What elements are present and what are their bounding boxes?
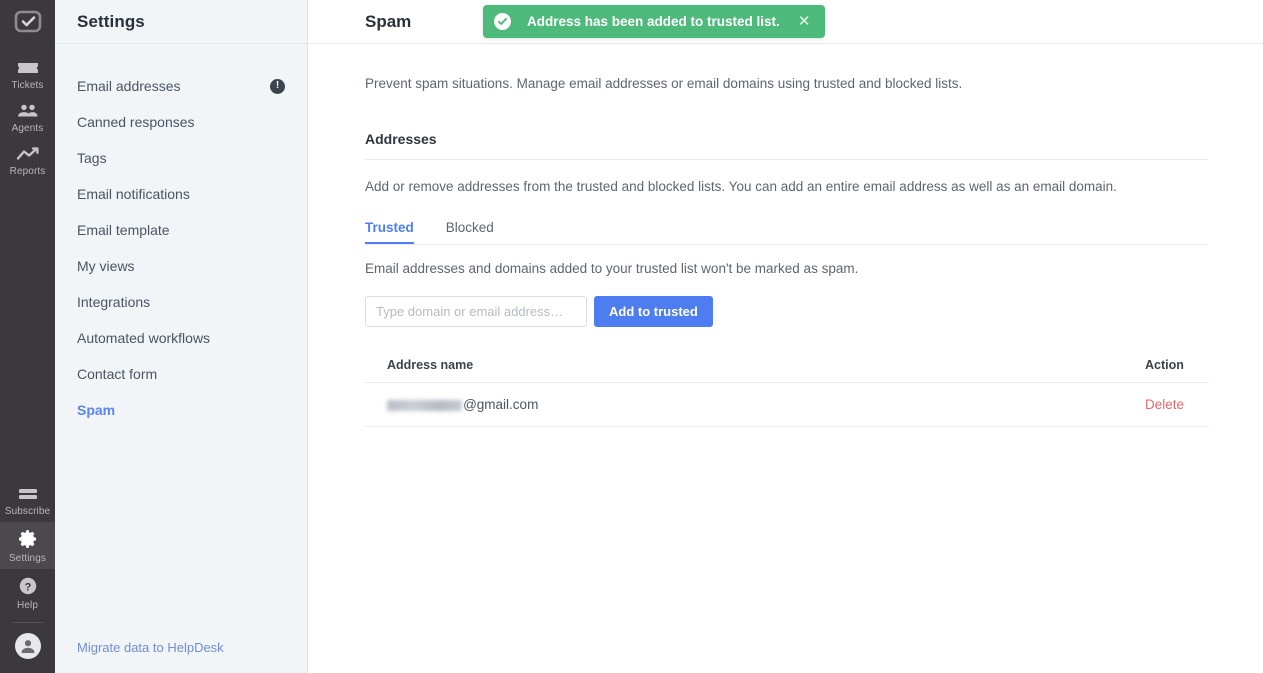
rail-divider: [12, 622, 43, 623]
sidebar-item-label: Spam: [77, 402, 116, 418]
gear-icon: [18, 529, 38, 549]
section-description: Add or remove addresses from the trusted…: [365, 179, 1117, 195]
sidebar-item-label: Integrations: [77, 294, 151, 310]
rail-label-agents: Agents: [11, 123, 44, 134]
cell-action: Delete: [1145, 397, 1209, 412]
rail-label-subscribe: Subscribe: [4, 506, 51, 517]
sidebar-item-integrations[interactable]: Integrations: [55, 284, 307, 320]
sidebar-item-label: Email addresses: [77, 78, 181, 94]
agents-icon: [16, 103, 40, 119]
rail-item-settings[interactable]: Settings: [0, 522, 55, 569]
help-icon: ?: [18, 576, 38, 596]
tab-blocked[interactable]: Blocked: [446, 220, 516, 244]
table-row: aaaaaaaaaa@gmail.com Delete: [365, 383, 1209, 427]
rail-label-help: Help: [17, 600, 38, 611]
toast-message: Address has been added to trusted list.: [527, 14, 780, 29]
main-content: Spam Prevent spam situations. Manage ema…: [308, 0, 1263, 673]
address-domain: @gmail.com: [463, 396, 539, 412]
sidebar-item-label: Tags: [77, 150, 107, 166]
check-circle-icon: [494, 13, 511, 30]
alert-badge-icon: !: [270, 78, 285, 94]
redacted-address-prefix: aaaaaaaaaa: [387, 399, 463, 411]
add-to-trusted-button[interactable]: Add to trusted: [594, 295, 713, 327]
tab-trusted[interactable]: Trusted: [365, 220, 436, 244]
tab-description: Email addresses and domains added to you…: [365, 260, 859, 276]
app-root: Tickets Agents Reports Subscribe Setting…: [0, 0, 1263, 673]
user-avatar-icon: [21, 640, 34, 653]
sidebar-item-label: Contact form: [77, 366, 158, 382]
settings-sidebar: Settings Email addresses ! Canned respon…: [55, 0, 308, 673]
sidebar-item-label: My views: [77, 258, 135, 274]
sidebar-item-automated-workflows[interactable]: Automated workflows: [55, 320, 307, 356]
add-address-row: Add to trusted: [365, 295, 1208, 327]
cell-address-name: aaaaaaaaaa@gmail.com: [387, 397, 1145, 412]
tabs-divider: [365, 243, 1208, 245]
settings-title: Settings: [77, 11, 145, 31]
column-header-address-name: Address name: [387, 357, 474, 372]
close-icon[interactable]: ✕: [795, 12, 814, 31]
sidebar-item-email-notifications[interactable]: Email notifications: [55, 176, 307, 212]
address-list-tabs: Trusted Blocked: [365, 220, 1208, 244]
sidebar-item-canned-responses[interactable]: Canned responses: [55, 104, 307, 140]
checkbox-logo-icon[interactable]: [13, 10, 43, 39]
settings-nav-list: Email addresses ! Canned responses Tags …: [55, 44, 307, 428]
rail-item-subscribe[interactable]: Subscribe: [0, 479, 55, 522]
avatar[interactable]: [14, 633, 41, 659]
delete-address-link[interactable]: Delete: [1145, 397, 1184, 412]
migrate-data-link[interactable]: Migrate data to HelpDesk: [77, 640, 224, 655]
settings-sidebar-header: Settings: [55, 0, 307, 44]
rail-label-settings: Settings: [9, 553, 46, 564]
toast-notification: Address has been added to trusted list. …: [483, 5, 826, 38]
sidebar-item-label: Email template: [77, 222, 170, 238]
address-input[interactable]: [365, 295, 587, 327]
sidebar-item-email-template[interactable]: Email template: [55, 212, 307, 248]
sidebar-item-my-views[interactable]: My views: [55, 248, 307, 284]
sidebar-item-label: Email notifications: [77, 186, 190, 202]
sidebar-item-label: Automated workflows: [77, 330, 211, 346]
rail-item-agents[interactable]: Agents: [0, 96, 55, 139]
trusted-addresses-table: Address name Action aaaaaaaaaa@gmail.com…: [365, 358, 1209, 427]
sidebar-item-contact-form[interactable]: Contact form: [55, 356, 307, 392]
svg-text:?: ?: [24, 581, 31, 593]
rail-label-tickets: Tickets: [11, 80, 44, 91]
ticket-icon: [16, 60, 40, 76]
rail-label-reports: Reports: [9, 166, 46, 177]
section-title-addresses: Addresses: [365, 131, 437, 148]
primary-nav-rail: Tickets Agents Reports Subscribe Setting…: [0, 0, 55, 673]
column-header-action: Action: [1145, 357, 1184, 372]
page-description: Prevent spam situations. Manage email ad…: [365, 76, 963, 91]
sidebar-item-tags[interactable]: Tags: [55, 140, 307, 176]
table-header-row: Address name Action: [365, 358, 1209, 383]
reports-icon: [16, 146, 40, 162]
sidebar-item-label: Canned responses: [77, 114, 195, 130]
rail-item-tickets[interactable]: Tickets: [0, 53, 55, 96]
card-icon: [16, 486, 40, 502]
page-title: Spam: [365, 11, 412, 31]
sidebar-item-email-addresses[interactable]: Email addresses !: [55, 68, 307, 104]
rail-item-help[interactable]: ? Help: [0, 569, 55, 616]
main-body: Prevent spam situations. Manage email ad…: [308, 44, 1263, 427]
sidebar-item-spam[interactable]: Spam: [55, 392, 307, 428]
section-divider: [365, 159, 1208, 161]
rail-item-reports[interactable]: Reports: [0, 139, 55, 182]
